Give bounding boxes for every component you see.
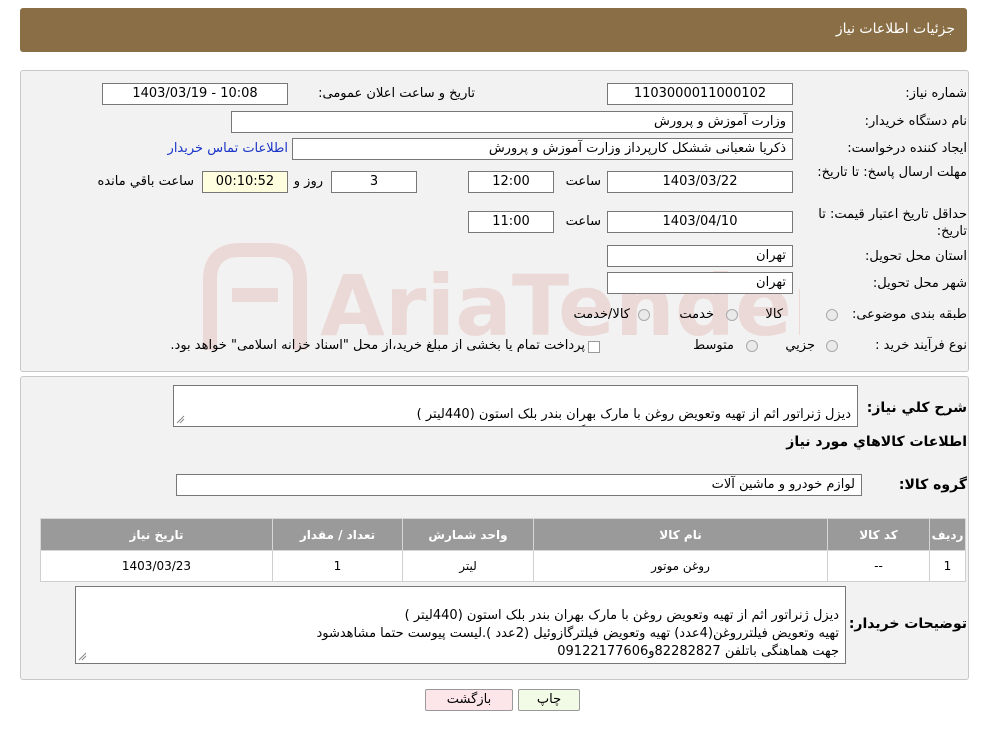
cell-date: 1403/03/23 bbox=[40, 550, 273, 582]
goods-group-label: گروه کالا: bbox=[898, 477, 967, 493]
goods-section-title: اطلاعات کالاهاي مورد نياز bbox=[786, 434, 967, 450]
description-text: دیزل ژنراتور اثم از تهیه وتعویض روغن با … bbox=[416, 407, 851, 426]
buyer-org-label: نام دستگاه خریدار: bbox=[864, 114, 967, 129]
category-radio-goods[interactable] bbox=[826, 309, 838, 321]
resize-grip-icon[interactable] bbox=[78, 652, 87, 661]
province-field: تهران bbox=[607, 245, 793, 267]
category-option-service: خدمت bbox=[679, 307, 714, 322]
page-header: جزئیات اطلاعات نیاز bbox=[20, 8, 967, 52]
deadline-time-field: 12:00 bbox=[468, 171, 554, 193]
buyer-notes-label: توضیحات خریدار: bbox=[848, 616, 967, 632]
table-row: 1 -- روغن موتور لیتر 1 1403/03/23 bbox=[40, 550, 966, 582]
treasury-checkbox[interactable] bbox=[588, 341, 600, 353]
cell-code: -- bbox=[827, 550, 930, 582]
process-note: پرداخت تمام یا بخشی از مبلغ خرید،از محل … bbox=[170, 338, 585, 353]
goods-table: رديف کد کالا نام کالا واحد شمارش تعداد /… bbox=[40, 518, 966, 582]
creator-label: ایجاد کننده درخواست: bbox=[847, 141, 967, 156]
cell-qty: 1 bbox=[272, 550, 403, 582]
category-radio-service[interactable] bbox=[726, 309, 738, 321]
back-button[interactable]: بازگشت bbox=[425, 689, 513, 711]
col-name: نام کالا bbox=[533, 518, 828, 551]
process-label: نوع فرآیند خرید : bbox=[875, 338, 967, 353]
cell-row: 1 bbox=[929, 550, 966, 582]
col-qty: تعداد / مقدار bbox=[272, 518, 403, 551]
days-field: 3 bbox=[331, 171, 417, 193]
resize-grip-icon[interactable] bbox=[176, 415, 185, 424]
category-label: طبقه بندی موضوعی: bbox=[851, 307, 967, 322]
col-code: کد کالا bbox=[827, 518, 930, 551]
goods-group-field: لوازم خودرو و ماشین آلات bbox=[176, 474, 862, 496]
process-option-minor: جزیي bbox=[785, 338, 815, 353]
buyer-notes-text: دیزل ژنراتور اثم از تهیه وتعویض روغن با … bbox=[316, 608, 839, 659]
category-radio-goods-service[interactable] bbox=[638, 309, 650, 321]
city-field: تهران bbox=[607, 272, 793, 294]
process-radio-minor[interactable] bbox=[826, 340, 838, 352]
need-number-label: شماره نیاز: bbox=[905, 86, 967, 101]
buyer-contact-link[interactable]: اطلاعات تماس خریدار bbox=[168, 141, 288, 156]
validity-time-label: ساعت bbox=[565, 214, 601, 229]
cell-name: روغن موتور bbox=[533, 550, 828, 582]
col-unit: واحد شمارش bbox=[402, 518, 534, 551]
remaining-time-field: 00:10:52 bbox=[202, 171, 288, 193]
validity-time-field: 11:00 bbox=[468, 211, 554, 233]
print-button[interactable]: چاپ bbox=[518, 689, 580, 711]
days-label: روز و bbox=[293, 174, 323, 189]
deadline-label: مهلت ارسال پاسخ: تا تاریخ: bbox=[817, 165, 967, 180]
deadline-time-label: ساعت bbox=[565, 174, 601, 189]
page-title: جزئیات اطلاعات نیاز bbox=[835, 21, 955, 37]
creator-field: ذکریا شعبانی ششکل کارپرداز وزارت آموزش و… bbox=[292, 138, 793, 160]
category-option-goods: کالا bbox=[765, 307, 783, 322]
description-label: شرح کلي نياز: bbox=[866, 400, 967, 416]
announce-field: 1403/03/19 - 10:08 bbox=[102, 83, 288, 105]
category-option-goods-service: کالا/خدمت bbox=[573, 307, 630, 322]
process-radio-medium[interactable] bbox=[746, 340, 758, 352]
city-label: شهر محل تحویل: bbox=[872, 276, 967, 291]
deadline-date-field: 1403/03/22 bbox=[607, 171, 793, 193]
remaining-label: ساعت باقي مانده bbox=[97, 174, 194, 189]
col-row: رديف bbox=[929, 518, 966, 551]
goods-table-header: رديف کد کالا نام کالا واحد شمارش تعداد /… bbox=[40, 518, 966, 551]
announce-label: تاریخ و ساعت اعلان عمومی: bbox=[318, 86, 475, 101]
validity-date-field: 1403/04/10 bbox=[607, 211, 793, 233]
col-date: تاريخ نياز bbox=[40, 518, 273, 551]
description-textarea[interactable]: دیزل ژنراتور اثم از تهیه وتعویض روغن با … bbox=[173, 385, 858, 427]
buyer-org-field: وزارت آموزش و پرورش bbox=[231, 111, 793, 133]
process-option-medium: متوسط bbox=[693, 338, 734, 353]
validity-label: حداقل تاریخ اعتبار قیمت: تا تاریخ: bbox=[818, 207, 967, 239]
province-label: استان محل تحویل: bbox=[865, 249, 967, 264]
buyer-notes-textarea[interactable]: دیزل ژنراتور اثم از تهیه وتعویض روغن با … bbox=[75, 586, 846, 664]
cell-unit: لیتر bbox=[402, 550, 534, 582]
need-number-field: 1103000011000102 bbox=[607, 83, 793, 105]
